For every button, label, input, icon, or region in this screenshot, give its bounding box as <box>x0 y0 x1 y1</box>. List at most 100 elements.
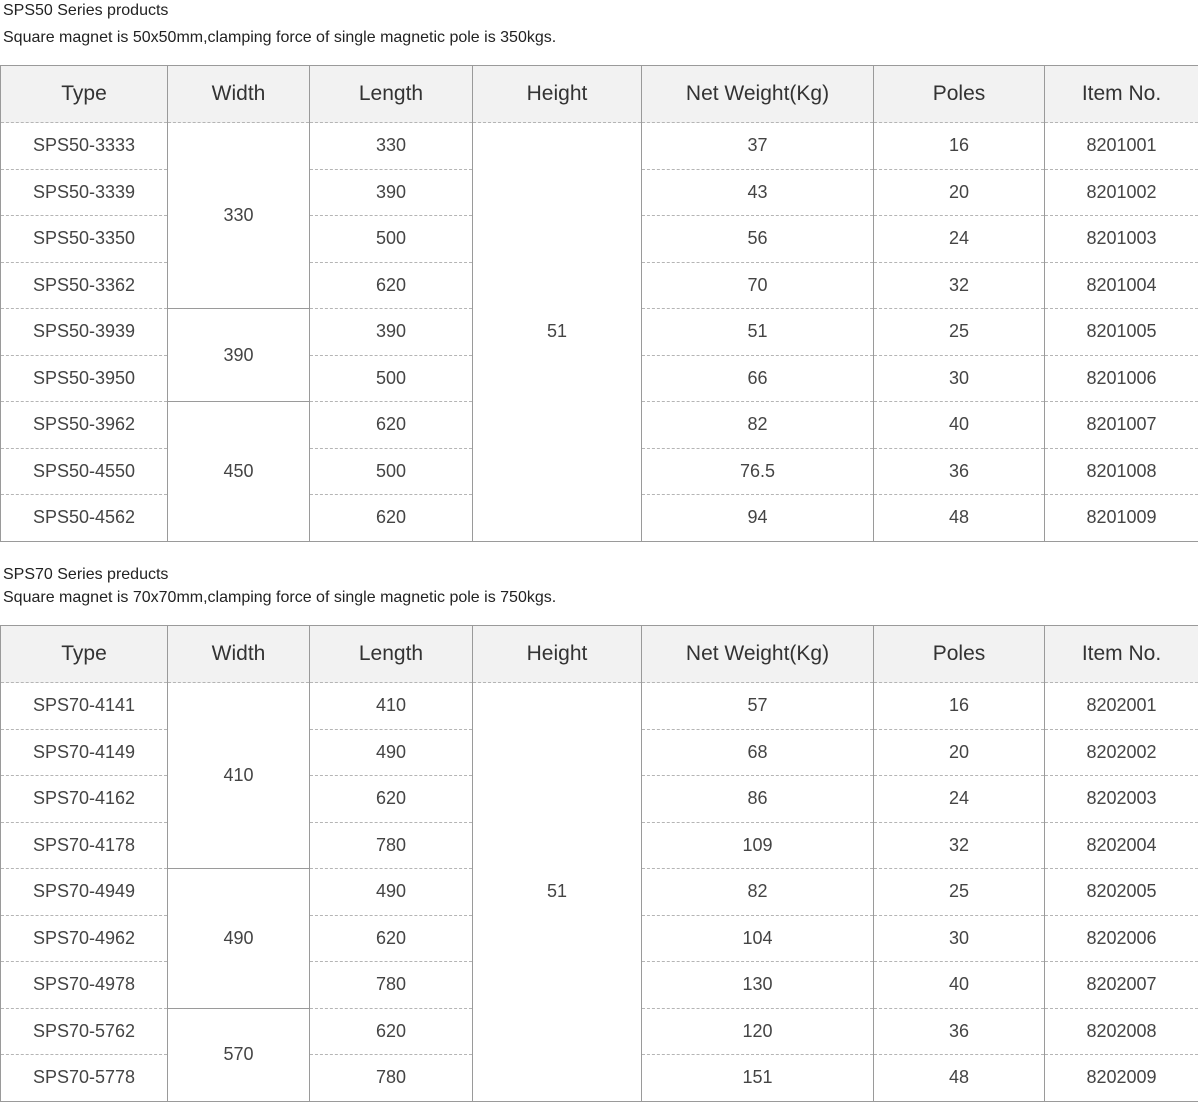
type-cell: SPS50-3339 <box>1 169 168 216</box>
length-cell: 620 <box>310 495 473 542</box>
length-cell: 620 <box>310 262 473 309</box>
poles-cell: 24 <box>874 776 1045 823</box>
length-cell: 390 <box>310 169 473 216</box>
type-cell: SPS70-4978 <box>1 962 168 1009</box>
net-weight-cell: 86 <box>642 776 874 823</box>
poles-cell: 36 <box>874 448 1045 495</box>
poles-cell: 16 <box>874 123 1045 170</box>
length-cell: 780 <box>310 822 473 869</box>
item-no-cell: 8202001 <box>1045 683 1198 730</box>
poles-cell: 25 <box>874 869 1045 916</box>
width-cell: 330 <box>168 123 310 309</box>
length-cell: 490 <box>310 729 473 776</box>
type-cell: SPS70-4162 <box>1 776 168 823</box>
item-no-cell: 8201007 <box>1045 402 1198 449</box>
item-no-cell: 8202009 <box>1045 1055 1198 1102</box>
column-header: Height <box>473 626 642 683</box>
column-header: Poles <box>874 66 1045 123</box>
length-cell: 410 <box>310 683 473 730</box>
net-weight-cell: 37 <box>642 123 874 170</box>
poles-cell: 20 <box>874 729 1045 776</box>
column-header: Net Weight(Kg) <box>642 626 874 683</box>
item-no-cell: 8201001 <box>1045 123 1198 170</box>
net-weight-cell: 82 <box>642 402 874 449</box>
poles-cell: 36 <box>874 1008 1045 1055</box>
item-no-cell: 8202004 <box>1045 822 1198 869</box>
poles-cell: 48 <box>874 495 1045 542</box>
net-weight-cell: 66 <box>642 355 874 402</box>
header-row: TypeWidthLengthHeightNet Weight(Kg)Poles… <box>1 626 1198 683</box>
item-no-cell: 8202008 <box>1045 1008 1198 1055</box>
sps70-subtitle: Square magnet is 70x70mm,clamping force … <box>3 589 556 607</box>
item-no-cell: 8201009 <box>1045 495 1198 542</box>
sps50-title: SPS50 Series products <box>3 2 168 20</box>
type-cell: SPS70-5762 <box>1 1008 168 1055</box>
net-weight-cell: 82 <box>642 869 874 916</box>
column-header: Poles <box>874 626 1045 683</box>
column-header: Type <box>1 626 168 683</box>
type-cell: SPS70-4962 <box>1 915 168 962</box>
type-cell: SPS70-4949 <box>1 869 168 916</box>
sps50-subtitle: Square magnet is 50x50mm,clamping force … <box>3 29 556 47</box>
column-header: Item No. <box>1045 626 1198 683</box>
poles-cell: 48 <box>874 1055 1045 1102</box>
length-cell: 490 <box>310 869 473 916</box>
column-header: Type <box>1 66 168 123</box>
item-no-cell: 8202002 <box>1045 729 1198 776</box>
table-row: SPS70-41414104105157168202001 <box>1 683 1198 730</box>
type-cell: SPS50-3962 <box>1 402 168 449</box>
length-cell: 620 <box>310 776 473 823</box>
poles-cell: 32 <box>874 262 1045 309</box>
column-header: Net Weight(Kg) <box>642 66 874 123</box>
type-cell: SPS50-4550 <box>1 448 168 495</box>
column-header: Length <box>310 66 473 123</box>
length-cell: 500 <box>310 355 473 402</box>
width-cell: 410 <box>168 683 310 869</box>
net-weight-cell: 94 <box>642 495 874 542</box>
length-cell: 390 <box>310 309 473 356</box>
poles-cell: 20 <box>874 169 1045 216</box>
item-no-cell: 8202006 <box>1045 915 1198 962</box>
width-cell: 450 <box>168 402 310 542</box>
header-row: TypeWidthLengthHeightNet Weight(Kg)Poles… <box>1 66 1198 123</box>
sps70-spec-table: TypeWidthLengthHeightNet Weight(Kg)Poles… <box>0 625 1198 1102</box>
type-cell: SPS50-3939 <box>1 309 168 356</box>
height-cell: 51 <box>473 123 642 542</box>
item-no-cell: 8201008 <box>1045 448 1198 495</box>
length-cell: 780 <box>310 1055 473 1102</box>
type-cell: SPS70-4149 <box>1 729 168 776</box>
column-header: Width <box>168 66 310 123</box>
column-header: Item No. <box>1045 66 1198 123</box>
net-weight-cell: 76.5 <box>642 448 874 495</box>
item-no-cell: 8202003 <box>1045 776 1198 823</box>
table-body: SPS50-33333303305137168201001SPS50-33393… <box>1 123 1198 542</box>
net-weight-cell: 120 <box>642 1008 874 1055</box>
type-cell: SPS50-3350 <box>1 216 168 263</box>
sps50-spec-table: TypeWidthLengthHeightNet Weight(Kg)Poles… <box>0 65 1198 542</box>
width-cell: 490 <box>168 869 310 1009</box>
column-header: Height <box>473 66 642 123</box>
item-no-cell: 8201002 <box>1045 169 1198 216</box>
length-cell: 620 <box>310 915 473 962</box>
type-cell: SPS50-3950 <box>1 355 168 402</box>
net-weight-cell: 43 <box>642 169 874 216</box>
item-no-cell: 8201005 <box>1045 309 1198 356</box>
net-weight-cell: 109 <box>642 822 874 869</box>
net-weight-cell: 51 <box>642 309 874 356</box>
width-cell: 570 <box>168 1008 310 1101</box>
length-cell: 620 <box>310 1008 473 1055</box>
table-row: SPS50-33333303305137168201001 <box>1 123 1198 170</box>
net-weight-cell: 130 <box>642 962 874 1009</box>
net-weight-cell: 57 <box>642 683 874 730</box>
table-header: TypeWidthLengthHeightNet Weight(Kg)Poles… <box>1 66 1198 123</box>
net-weight-cell: 56 <box>642 216 874 263</box>
poles-cell: 25 <box>874 309 1045 356</box>
item-no-cell: 8201003 <box>1045 216 1198 263</box>
poles-cell: 30 <box>874 355 1045 402</box>
item-no-cell: 8201006 <box>1045 355 1198 402</box>
length-cell: 620 <box>310 402 473 449</box>
poles-cell: 30 <box>874 915 1045 962</box>
column-header: Width <box>168 626 310 683</box>
item-no-cell: 8201004 <box>1045 262 1198 309</box>
type-cell: SPS70-5778 <box>1 1055 168 1102</box>
